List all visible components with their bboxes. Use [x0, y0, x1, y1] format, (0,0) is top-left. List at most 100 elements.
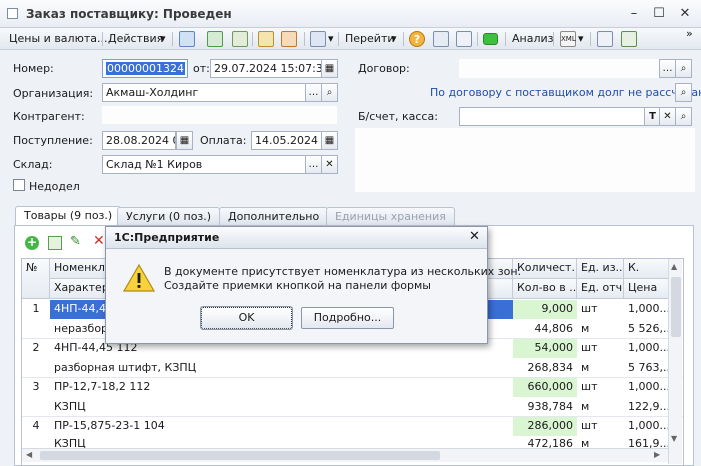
tab-goods[interactable]: Товары (9 поз.) [15, 206, 122, 226]
row-report-unit[interactable]: м [577, 435, 624, 449]
tab-services[interactable]: Услуги (0 поз.) [117, 207, 221, 225]
row-price[interactable]: 5 763,... [624, 359, 669, 378]
analysis-button[interactable]: Анализ [512, 32, 554, 45]
green-status-icon[interactable] [483, 33, 498, 45]
scroll-thumb[interactable] [671, 277, 681, 337]
col-header-unit[interactable]: Ед. из... [577, 259, 624, 279]
copy-row-icon[interactable] [48, 236, 62, 250]
add-row-icon[interactable]: + [25, 236, 39, 250]
arrival-calendar-icon[interactable]: ▦ [176, 131, 193, 150]
payment-date-field[interactable]: 14.05.2024 [251, 131, 322, 150]
help-icon[interactable]: ? [409, 31, 425, 47]
save-icon[interactable] [179, 31, 195, 47]
search-organization-icon[interactable]: ⌕ [321, 83, 338, 102]
row-unit[interactable]: шт [577, 378, 624, 397]
row-quantity[interactable]: 9,000 [513, 300, 577, 319]
row-quantity-units[interactable]: 938,784 [513, 398, 577, 417]
debt-link[interactable]: По договору с поставщиком долг не рассчи… [430, 86, 701, 99]
row-quantity[interactable]: 286,000 [513, 417, 577, 436]
dialog-close-button[interactable]: ✕ [469, 229, 480, 244]
row-price[interactable]: 122,9... [624, 398, 669, 417]
row-characteristic[interactable]: КЗПЦ [50, 435, 513, 449]
organization-field[interactable]: Акмаш-Холдинг [102, 83, 306, 102]
calendar-icon[interactable]: ▦ [321, 59, 338, 78]
scroll-right-icon[interactable]: ▶ [654, 450, 660, 459]
row-unit[interactable]: шт [577, 339, 624, 358]
row-unit[interactable]: шт [577, 417, 624, 436]
delete-row-icon[interactable]: ✕ [93, 233, 105, 249]
row-nomenclature[interactable]: ПР-12,7-18,2 112 [50, 378, 513, 397]
horizontal-scrollbar[interactable]: ◀ ▶ [22, 448, 668, 462]
scroll-down-icon[interactable]: ▼ [671, 434, 677, 443]
select-organization-button[interactable]: … [305, 83, 322, 102]
search-account-icon[interactable]: ⌕ [675, 107, 692, 126]
refresh-icon[interactable] [232, 31, 248, 47]
select-warehouse-button[interactable]: … [305, 155, 322, 174]
row-number: 4 [32, 419, 40, 432]
row-quantity[interactable]: 660,000 [513, 378, 577, 397]
scroll-left-icon[interactable]: ◀ [26, 450, 32, 459]
clear-warehouse-icon[interactable]: ✕ [321, 155, 338, 174]
minimize-button[interactable]: – [626, 6, 642, 22]
account-field[interactable] [459, 107, 645, 126]
edit-pen-icon[interactable] [621, 31, 637, 47]
debt-search-icon[interactable]: ⌕ [675, 83, 692, 102]
edit-row-icon[interactable]: ✎ [70, 234, 81, 249]
hscroll-thumb[interactable] [40, 451, 440, 460]
row-quantity-units[interactable]: 44,806 [513, 320, 577, 339]
maximize-button[interactable]: ☐ [651, 6, 667, 22]
document-orange-icon[interactable] [281, 31, 297, 47]
prices-button[interactable]: Цены и валюта... [9, 32, 107, 45]
row-report-unit[interactable]: м [577, 398, 624, 417]
row-price[interactable]: 5 526,... [624, 320, 669, 339]
row-report-unit[interactable]: м [577, 359, 624, 378]
xml-icon[interactable]: XML [560, 31, 576, 47]
row-characteristic[interactable]: КЗПЦ [50, 398, 513, 417]
payment-calendar-icon[interactable]: ▦ [321, 131, 338, 150]
clear-account-icon[interactable]: ✕ [659, 107, 676, 126]
select-contract-button[interactable]: … [659, 59, 676, 78]
row-k[interactable]: 1,000... [624, 417, 669, 436]
scroll-up-icon[interactable]: ▲ [671, 262, 677, 271]
col-header-report-unit[interactable]: Ед. отч. [577, 279, 624, 299]
tab-storage-units[interactable]: Единицы хранения [326, 207, 455, 225]
row-k[interactable]: 1,000... [624, 339, 669, 358]
table-icon[interactable] [456, 31, 472, 47]
arrival-date-field[interactable]: 28.08.2024 0: [102, 131, 176, 150]
col-header-quantity-units[interactable]: Кол-во в ... [513, 279, 577, 299]
row-price[interactable]: 161,9... [624, 435, 669, 449]
print-icon[interactable] [597, 31, 613, 47]
row-characteristic[interactable]: разборная штифт, КЗПЦ [50, 359, 513, 378]
row-unit[interactable]: шт [577, 300, 624, 319]
date-field[interactable]: 29.07.2024 15:07:36 [210, 59, 322, 78]
structure-icon[interactable] [310, 31, 326, 47]
document-green-icon[interactable] [258, 31, 274, 47]
ok-button[interactable]: OK [200, 306, 293, 330]
actions-menu[interactable]: Действия [108, 32, 163, 45]
row-k[interactable]: 1,000... [624, 300, 669, 319]
contract-field[interactable] [459, 59, 661, 78]
list-icon[interactable] [433, 31, 449, 47]
contragent-field[interactable] [102, 106, 337, 124]
post-icon[interactable] [207, 31, 223, 47]
col-header-quantity[interactable]: Количест... [513, 259, 577, 279]
col-header-price[interactable]: Цена [624, 279, 669, 299]
number-field[interactable]: 00000001324 [102, 59, 188, 78]
col-header-k[interactable]: К. [624, 259, 669, 279]
details-button[interactable]: Подробно... [301, 307, 394, 329]
close-button[interactable]: ✕ [677, 6, 693, 22]
row-k[interactable]: 1,000... [624, 378, 669, 397]
tab-additional[interactable]: Дополнительно [219, 207, 329, 225]
col-header-num[interactable]: № [22, 259, 50, 299]
search-contract-icon[interactable]: ⌕ [675, 59, 692, 78]
row-report-unit[interactable]: м [577, 320, 624, 339]
toolbar-more-icon[interactable]: » [686, 27, 693, 40]
row-quantity[interactable]: 54,000 [513, 339, 577, 358]
row-quantity-units[interactable]: 268,834 [513, 359, 577, 378]
goto-menu[interactable]: Перейти [345, 32, 395, 45]
nedodel-checkbox[interactable] [13, 179, 25, 191]
vertical-scrollbar[interactable]: ▲ ▼ [668, 259, 682, 464]
row-nomenclature[interactable]: ПР-15,875-23-1 104 [50, 417, 513, 436]
row-quantity-units[interactable]: 472,186 [513, 435, 577, 449]
warehouse-field[interactable]: Склад №1 Киров [102, 155, 306, 174]
